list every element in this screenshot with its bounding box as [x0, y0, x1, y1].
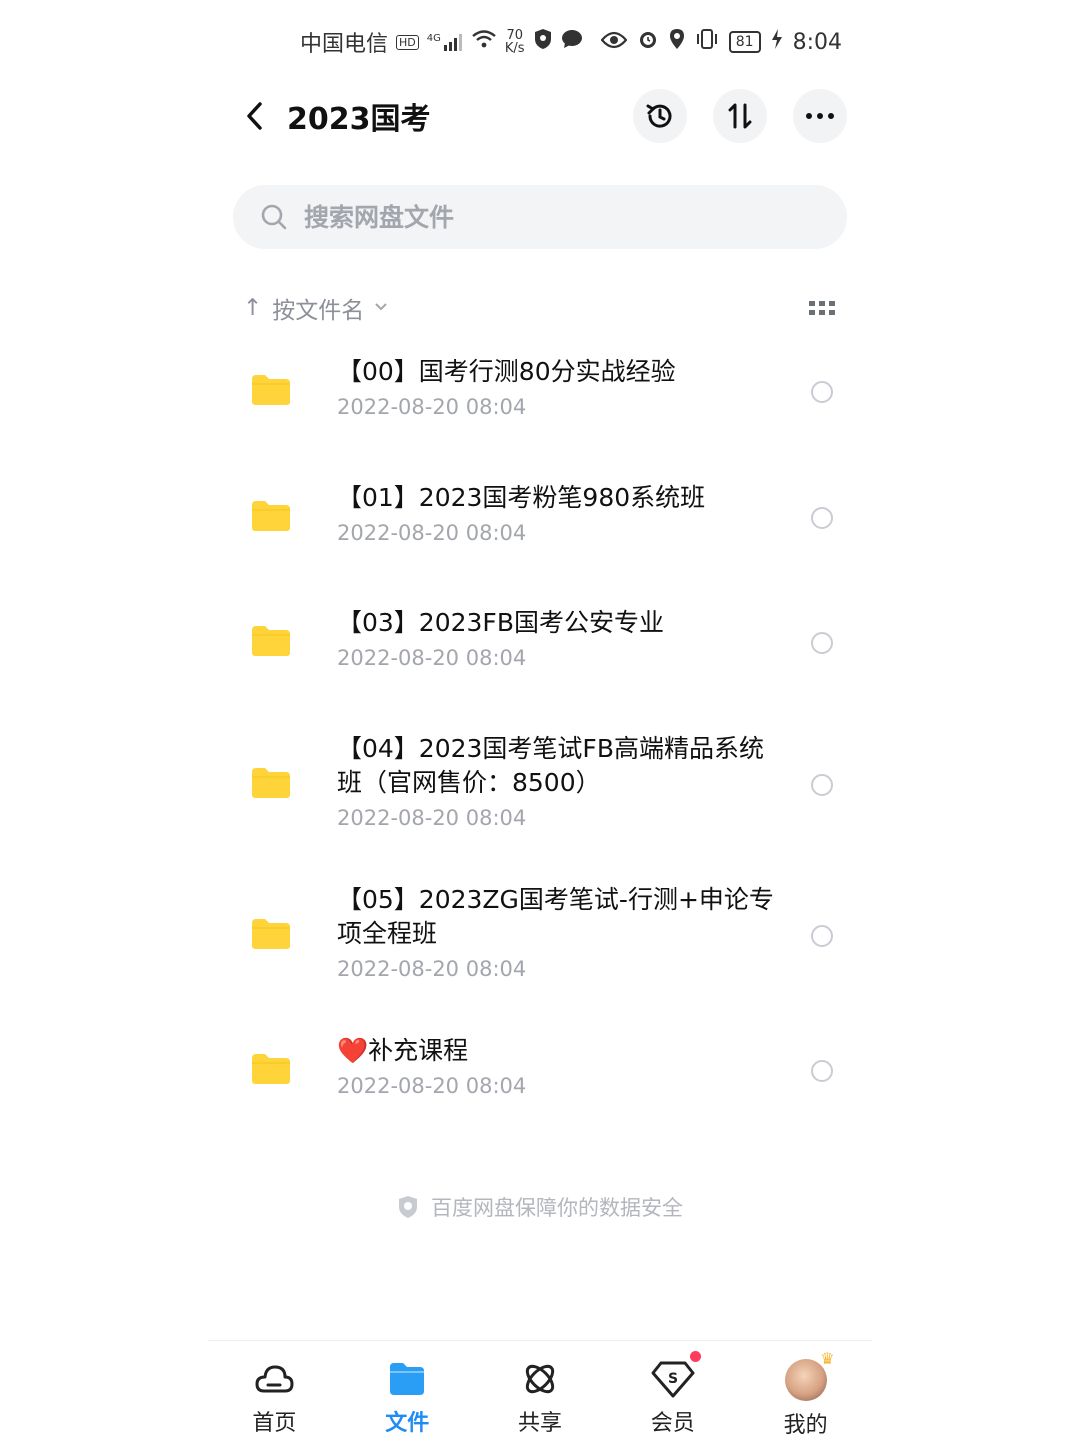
- tab-label: 共享: [517, 1411, 562, 1436]
- select-radio[interactable]: [811, 507, 833, 529]
- transfer-sort-button[interactable]: [713, 89, 767, 143]
- grid-view-icon: [809, 301, 835, 315]
- back-icon: [247, 102, 262, 130]
- tab-profile[interactable]: ♛ 我的: [739, 1341, 872, 1440]
- list-item[interactable]: 【00】国考行测80分实战经验 2022-08-20 08:04: [240, 350, 840, 440]
- list-item[interactable]: 【03】2023FB国考公安专业 2022-08-20 08:04: [240, 601, 840, 691]
- crown-icon: ♛: [820, 1349, 835, 1368]
- tab-label: 文件: [385, 1411, 430, 1436]
- list-item[interactable]: 【01】2023国考粉笔980系统班 2022-08-20 08:04: [240, 476, 840, 566]
- page-title: 2023国考: [287, 102, 431, 137]
- list-item[interactable]: ❤️补充课程 2022-08-20 08:04: [240, 1029, 840, 1119]
- history-icon: [646, 104, 672, 128]
- tab-label: 首页: [252, 1411, 297, 1436]
- file-date: 2022-08-20 08:04: [337, 646, 527, 670]
- notification-dot: [690, 1351, 702, 1362]
- location-icon: [669, 28, 685, 56]
- network-type-label: 4G: [426, 33, 441, 44]
- list-item[interactable]: 【05】2023ZG国考笔试-行测+申论专项全程班 2022-08-20 08:…: [240, 878, 840, 994]
- folder-icon: [252, 919, 290, 949]
- grid-view-button[interactable]: [809, 299, 835, 317]
- charging-icon: [771, 29, 783, 55]
- chevron-down-icon[interactable]: [374, 300, 388, 316]
- folder-icon: [252, 768, 290, 798]
- file-name: 【03】2023FB国考公安专业: [337, 608, 664, 637]
- carrier-label: 中国电信: [300, 32, 389, 57]
- tab-home[interactable]: 首页: [208, 1341, 341, 1440]
- file-date: 2022-08-20 08:04: [337, 957, 527, 981]
- security-icon: [533, 28, 553, 56]
- message-icon: [561, 29, 583, 55]
- share-orbit-icon: [525, 1364, 555, 1394]
- tab-vip[interactable]: S 会员: [606, 1341, 739, 1440]
- file-name: ❤️补充课程: [337, 1036, 469, 1065]
- history-button[interactable]: [633, 89, 687, 143]
- file-date: 2022-08-20 08:04: [337, 521, 527, 545]
- sort-icon: [728, 103, 752, 129]
- file-name: 【00】国考行测80分实战经验: [337, 357, 676, 386]
- signal-icon: 4G: [427, 33, 463, 51]
- cloud-icon: [255, 1365, 294, 1393]
- speed-unit: K/s: [504, 41, 525, 56]
- select-radio[interactable]: [811, 925, 833, 947]
- vip-diamond-icon: S: [651, 1361, 695, 1398]
- battery-indicator: 81: [728, 31, 761, 53]
- eye-icon: [600, 30, 628, 55]
- avatar: ♛: [784, 1349, 835, 1401]
- file-date: 2022-08-20 08:04: [337, 1074, 527, 1098]
- status-bar: 中国电信 HD 4G 70 K/s 81 8:04: [300, 22, 842, 62]
- more-icon: [806, 113, 834, 119]
- tab-files[interactable]: 文件: [341, 1341, 474, 1440]
- search-input[interactable]: [302, 201, 786, 233]
- bottom-tab-bar: 首页 文件 共享 S 会员 ♛ 我的: [208, 1340, 872, 1440]
- security-note: 百度网盘保障你的数据安全: [0, 1192, 1080, 1222]
- select-radio[interactable]: [811, 632, 833, 654]
- sort-label[interactable]: 按文件名: [272, 291, 364, 325]
- more-button[interactable]: [793, 89, 847, 143]
- tab-share[interactable]: 共享: [474, 1341, 607, 1440]
- search-icon: [260, 203, 288, 231]
- vibrate-icon: [695, 29, 719, 55]
- tab-label: 会员: [650, 1411, 695, 1436]
- select-radio[interactable]: [811, 381, 833, 403]
- back-button[interactable]: [237, 98, 273, 134]
- security-note-text: 百度网盘保障你的数据安全: [431, 1196, 683, 1220]
- sort-direction-icon[interactable]: ↑: [243, 295, 262, 321]
- file-name: 【01】2023国考粉笔980系统班: [337, 483, 706, 512]
- folder-icon: [252, 626, 290, 656]
- network-speed: 70 K/s: [505, 29, 525, 55]
- svg-text:S: S: [668, 1371, 678, 1387]
- page-header: 2023国考: [233, 86, 847, 146]
- select-radio[interactable]: [811, 774, 833, 796]
- file-name: 【04】2023国考笔试FB高端精品系统班（官网售价：8500）: [337, 734, 764, 797]
- wifi-icon: [471, 29, 497, 55]
- file-name: 【05】2023ZG国考笔试-行测+申论专项全程班: [337, 885, 774, 948]
- select-radio[interactable]: [811, 1060, 833, 1082]
- file-date: 2022-08-20 08:04: [337, 395, 527, 419]
- folder-icon: [252, 375, 290, 405]
- alarm-icon: [637, 28, 659, 56]
- hd-badge: HD: [396, 34, 419, 50]
- sort-bar: ↑ 按文件名: [243, 290, 835, 326]
- shield-icon: [399, 1196, 417, 1218]
- folder-tab-icon: [390, 1363, 425, 1395]
- folder-icon: [252, 1054, 290, 1084]
- list-item[interactable]: 【04】2023国考笔试FB高端精品系统班（官网售价：8500） 2022-08…: [240, 727, 840, 843]
- clock-time: 8:04: [792, 29, 842, 55]
- file-date: 2022-08-20 08:04: [337, 806, 527, 830]
- folder-icon: [252, 501, 290, 531]
- tab-label: 我的: [783, 1413, 828, 1438]
- search-bar[interactable]: [233, 185, 847, 249]
